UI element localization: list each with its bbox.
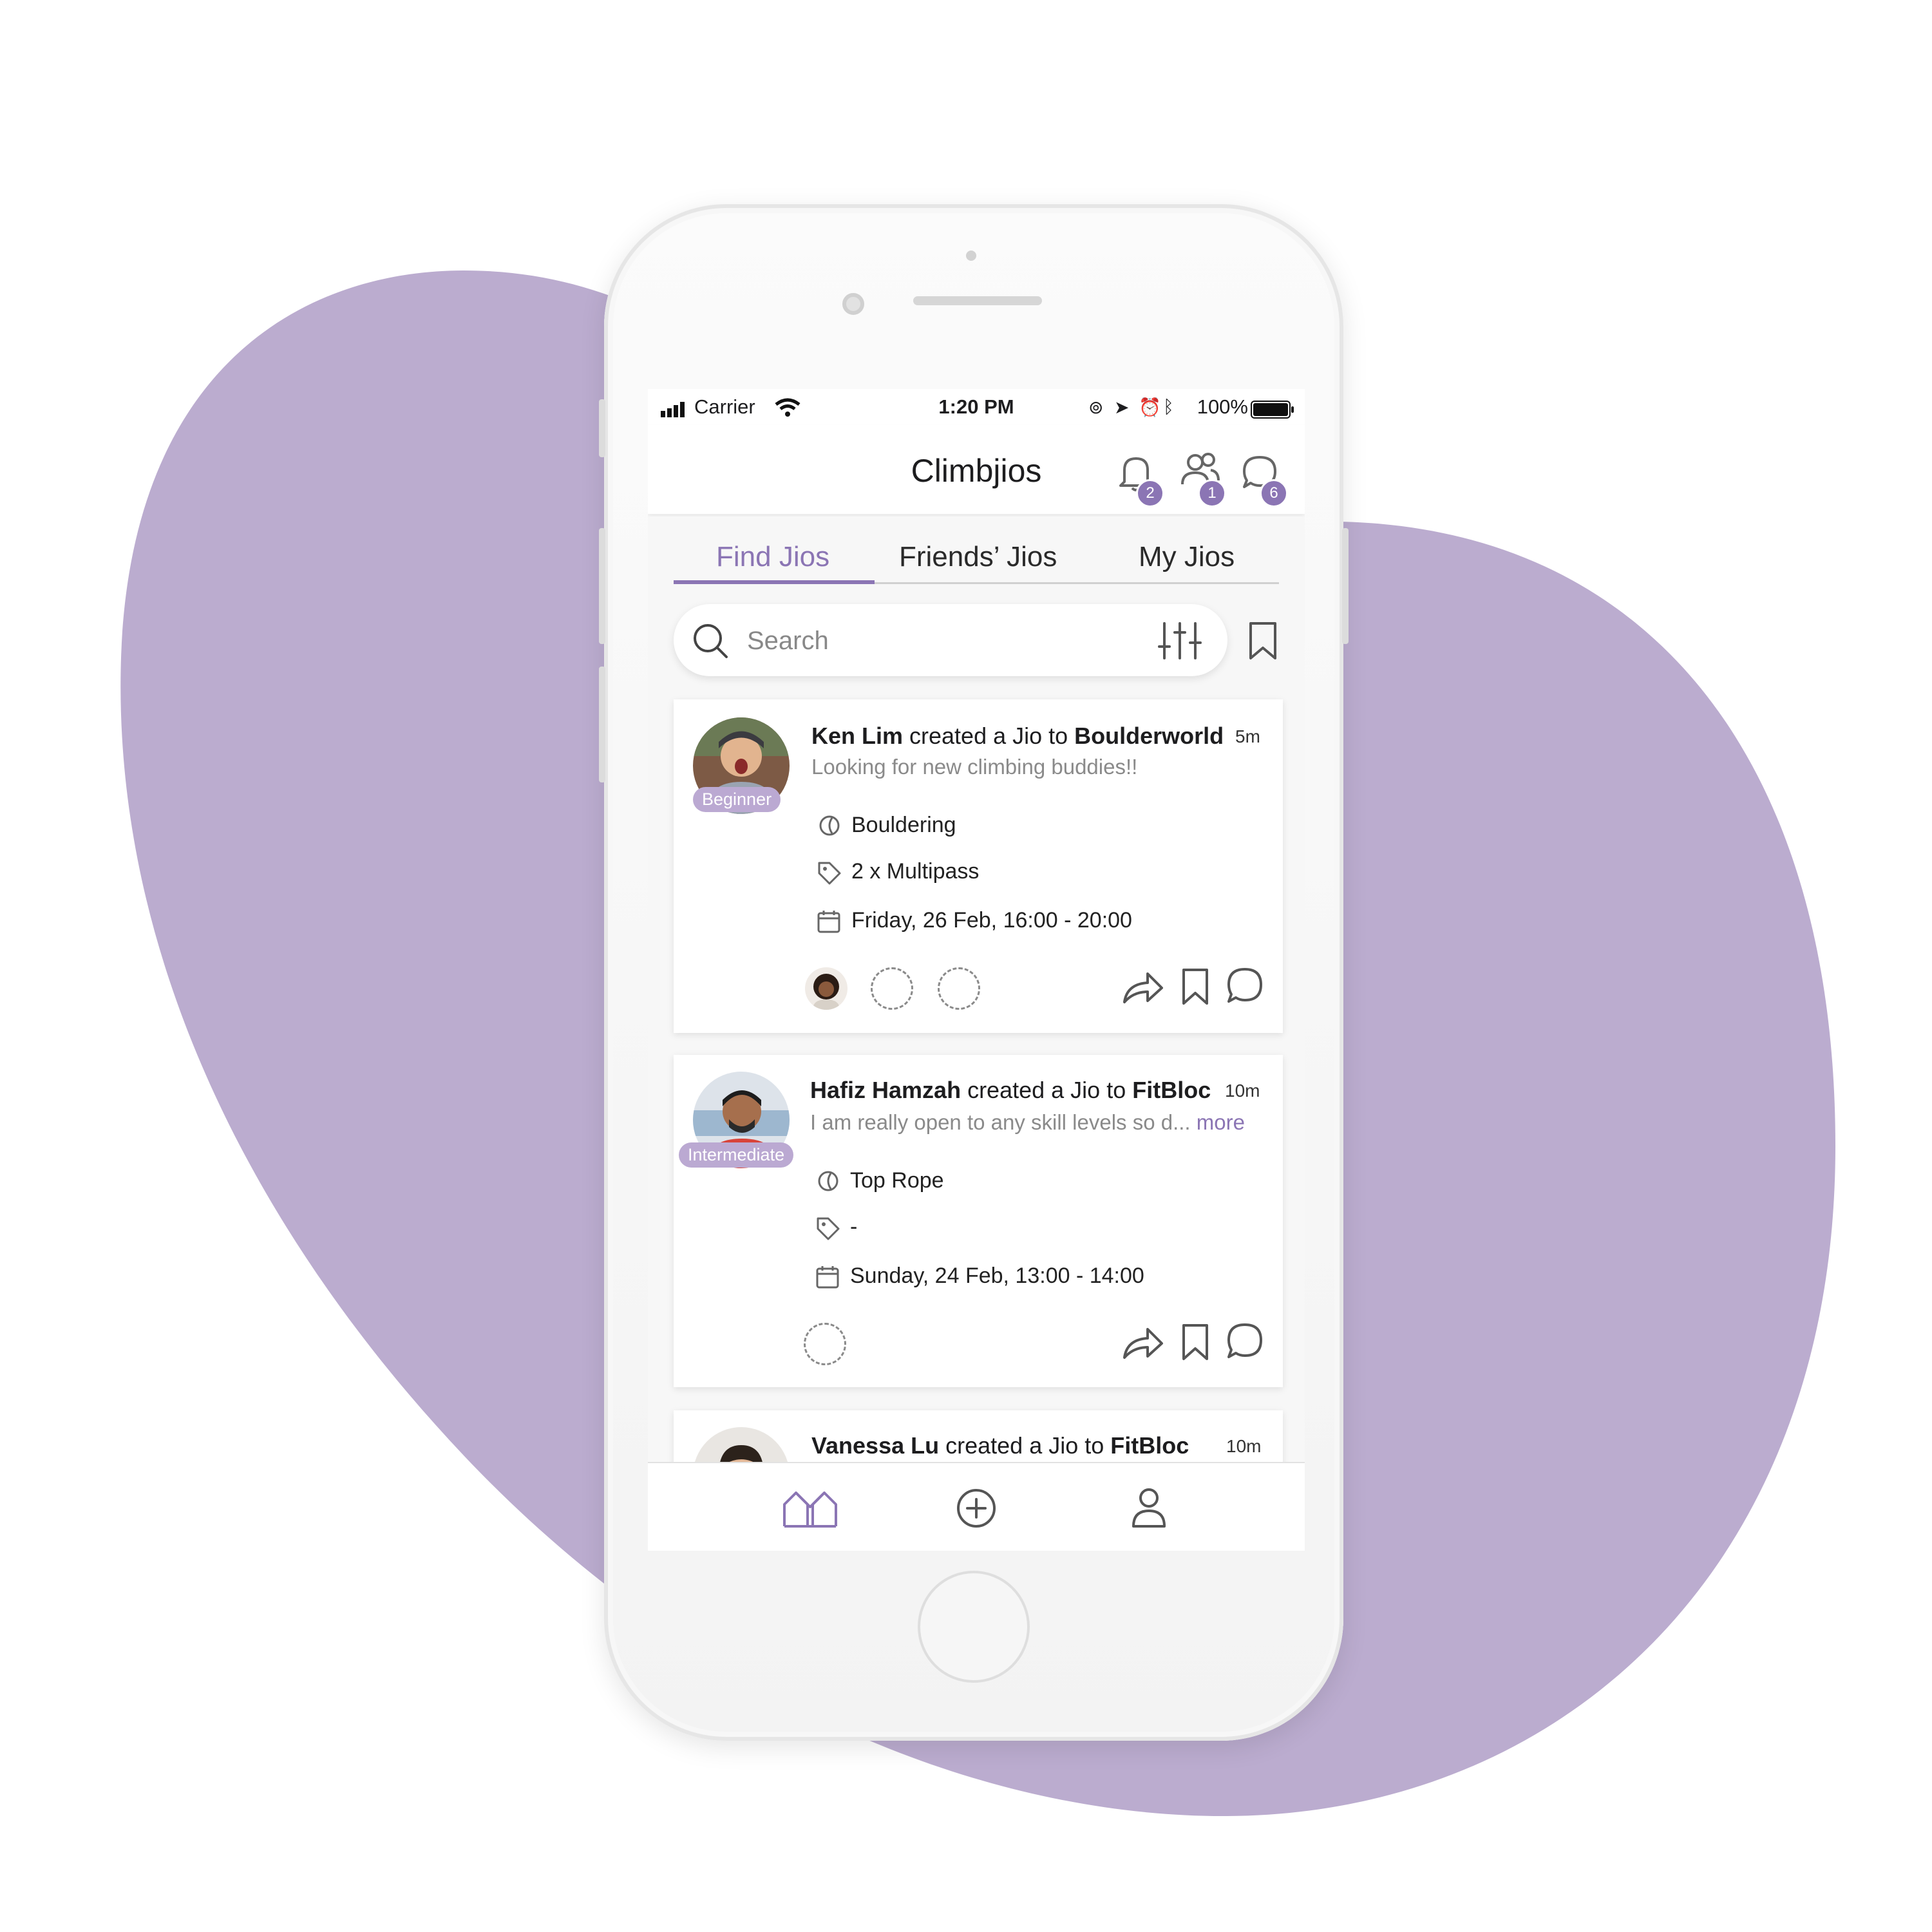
jio-headline[interactable]: Hafiz Hamzah created a Jio to FitBloc [810, 1077, 1211, 1104]
jio-headline[interactable]: Ken Lim created a Jio to Boulderworld [811, 723, 1224, 750]
jio-pass-info: 2 x Multipass [851, 859, 980, 884]
jio-card[interactable]: Intermediate Hafiz Hamzah created a Jio … [674, 1055, 1283, 1387]
jio-time-ago: 5m [1235, 726, 1260, 746]
empty-participant-slot[interactable] [804, 1323, 846, 1365]
share-icon[interactable] [1122, 969, 1164, 1006]
share-icon[interactable] [1122, 1324, 1164, 1361]
status-bar: Carrier 1:20 PM ⊚ ➤ ⏰ ᛒ 100% [648, 389, 1305, 425]
battery-percent: 100% [1197, 395, 1248, 418]
active-tab-indicator [674, 580, 875, 584]
search-input[interactable] [746, 621, 1135, 661]
bluetooth-icon: ᛒ [1163, 397, 1174, 417]
jio-action-text: created a Jio to [961, 1077, 1133, 1103]
jio-card[interactable]: Beginner Ken Lim created a Jio to Boulde… [674, 699, 1283, 1033]
jio-gym[interactable]: FitBloc [1132, 1077, 1211, 1103]
jio-gym[interactable]: Boulderworld [1074, 723, 1224, 749]
jio-time-ago: 10m [1225, 1081, 1260, 1101]
tag-icon [818, 862, 841, 885]
empty-participant-slot[interactable] [938, 967, 980, 1010]
bookmarks-icon[interactable] [1247, 621, 1279, 661]
jio-datetime: Friday, 26 Feb, 16:00 - 20:00 [851, 908, 1132, 933]
volume-up-button[interactable] [599, 528, 605, 644]
search-icon [694, 624, 728, 658]
app-header: Climbjios 2 1 6 [648, 425, 1305, 514]
comment-icon[interactable] [1225, 966, 1265, 1006]
notifications-badge: 2 [1136, 479, 1164, 507]
tag-icon [817, 1217, 840, 1240]
skill-level-badge: Intermediate [679, 1142, 794, 1168]
jio-creator[interactable]: Hafiz Hamzah [810, 1077, 961, 1103]
skill-level-badge: Beginner [693, 787, 781, 812]
jio-pass-info: - [850, 1215, 858, 1239]
jio-time-ago: 10m [1226, 1436, 1262, 1456]
comment-icon[interactable] [1225, 1321, 1265, 1361]
search-bar [674, 604, 1227, 676]
home-button[interactable] [918, 1571, 1030, 1683]
tab-bar: Find Jios Friends’ Jios My Jios [648, 516, 1305, 587]
bottom-nav [648, 1462, 1305, 1551]
profile-icon[interactable] [1131, 1486, 1167, 1529]
empty-participant-slot[interactable] [871, 967, 913, 1010]
friend-requests-badge: 1 [1198, 479, 1226, 507]
jio-action-text: created a Jio to [939, 1432, 1111, 1459]
location-icon: ➤ [1114, 397, 1130, 417]
calendar-icon [817, 911, 840, 933]
jio-description-text: I am really open to any skill levels so … [810, 1110, 1191, 1134]
jio-description: I am really open to any skill levels so … [810, 1110, 1245, 1135]
climbing-hold-icon [819, 815, 840, 836]
earpiece-speaker [913, 296, 1042, 305]
filter-icon[interactable] [1158, 621, 1202, 661]
climbing-hold-icon [818, 1171, 838, 1191]
app-screen: Carrier 1:20 PM ⊚ ➤ ⏰ ᛒ 100% Climbjios 2 [648, 389, 1305, 1551]
messages-badge: 6 [1260, 479, 1288, 507]
add-jio-icon[interactable] [956, 1488, 997, 1529]
mute-switch [599, 399, 605, 457]
more-link[interactable]: more [1197, 1110, 1245, 1134]
battery-icon [1251, 401, 1294, 419]
alarm-icon: ⏰ [1139, 397, 1161, 417]
calendar-icon [816, 1266, 839, 1289]
jio-climb-type: Top Rope [850, 1168, 944, 1193]
jio-description: Looking for new climbing buddies!! [811, 755, 1138, 779]
tab-my-jios[interactable]: My Jios [1139, 541, 1235, 573]
jio-creator[interactable]: Ken Lim [811, 723, 903, 749]
tab-friends-jios[interactable]: Friends’ Jios [899, 541, 1057, 573]
front-camera [842, 293, 864, 315]
volume-down-button[interactable] [599, 667, 605, 782]
jio-creator[interactable]: Vanessa Lu [811, 1432, 939, 1459]
front-sensor [966, 251, 976, 261]
jio-gym[interactable]: FitBloc [1110, 1432, 1189, 1459]
rotation-lock-icon: ⊚ [1088, 397, 1104, 417]
participant-avatar[interactable] [805, 967, 848, 1010]
bookmark-icon[interactable] [1180, 1323, 1211, 1361]
jio-action-text: created a Jio to [903, 723, 1075, 749]
jio-climb-type: Bouldering [851, 813, 956, 837]
jio-datetime: Sunday, 24 Feb, 13:00 - 14:00 [850, 1264, 1144, 1288]
tab-find-jios[interactable]: Find Jios [716, 541, 829, 573]
home-jios-icon[interactable] [782, 1488, 838, 1529]
bookmark-icon[interactable] [1180, 967, 1211, 1006]
power-button[interactable] [1342, 528, 1349, 644]
jio-headline[interactable]: Vanessa Lu created a Jio to FitBloc [811, 1432, 1189, 1459]
